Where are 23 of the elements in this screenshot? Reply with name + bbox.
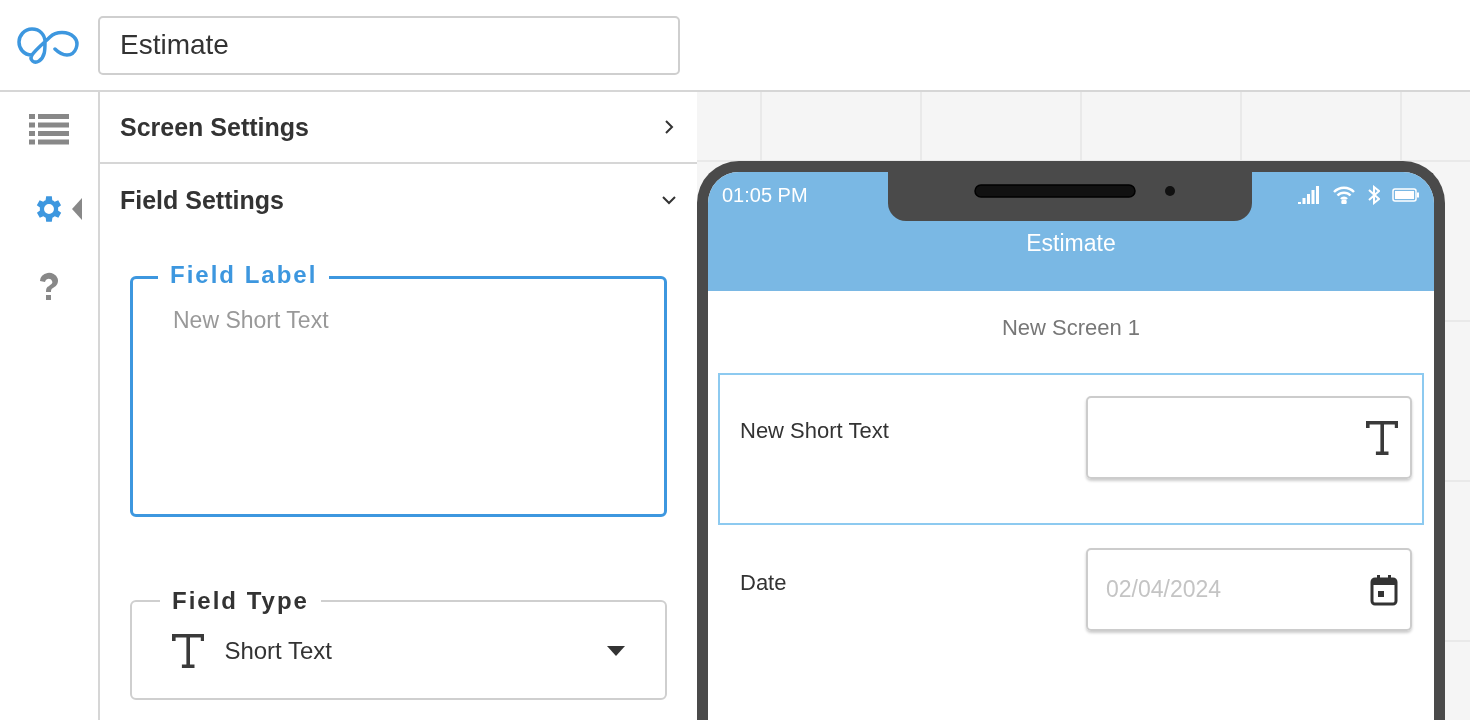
list-icon [29,114,69,146]
screen-name: New Screen 1 [1000,314,1142,342]
wifi-icon [1332,186,1356,204]
battery-icon [1392,188,1420,202]
bluetooth-icon [1368,185,1380,205]
speaker-icon [974,184,1136,198]
signal-icon [1298,186,1320,204]
caret-icon [607,645,625,656]
text-type-icon [172,632,205,669]
camera-icon [1164,185,1176,197]
field-type-legend: Field Type [160,587,321,615]
help-icon [38,272,60,302]
calendar-icon [1370,573,1398,606]
text-icon [1365,419,1398,456]
app-name-field[interactable]: Estimate [98,15,680,75]
status-time: 01:05 PM [722,183,808,207]
field-label: New Short Text [740,418,889,445]
screen-title: Estimate [1025,229,1117,258]
form-field[interactable]: New Short Text [718,373,1424,525]
field-label: Date [740,570,787,597]
form-field[interactable]: Date 02/04/2024 [718,525,1424,677]
pointer-icon [72,198,82,220]
text-input[interactable] [1086,396,1412,479]
